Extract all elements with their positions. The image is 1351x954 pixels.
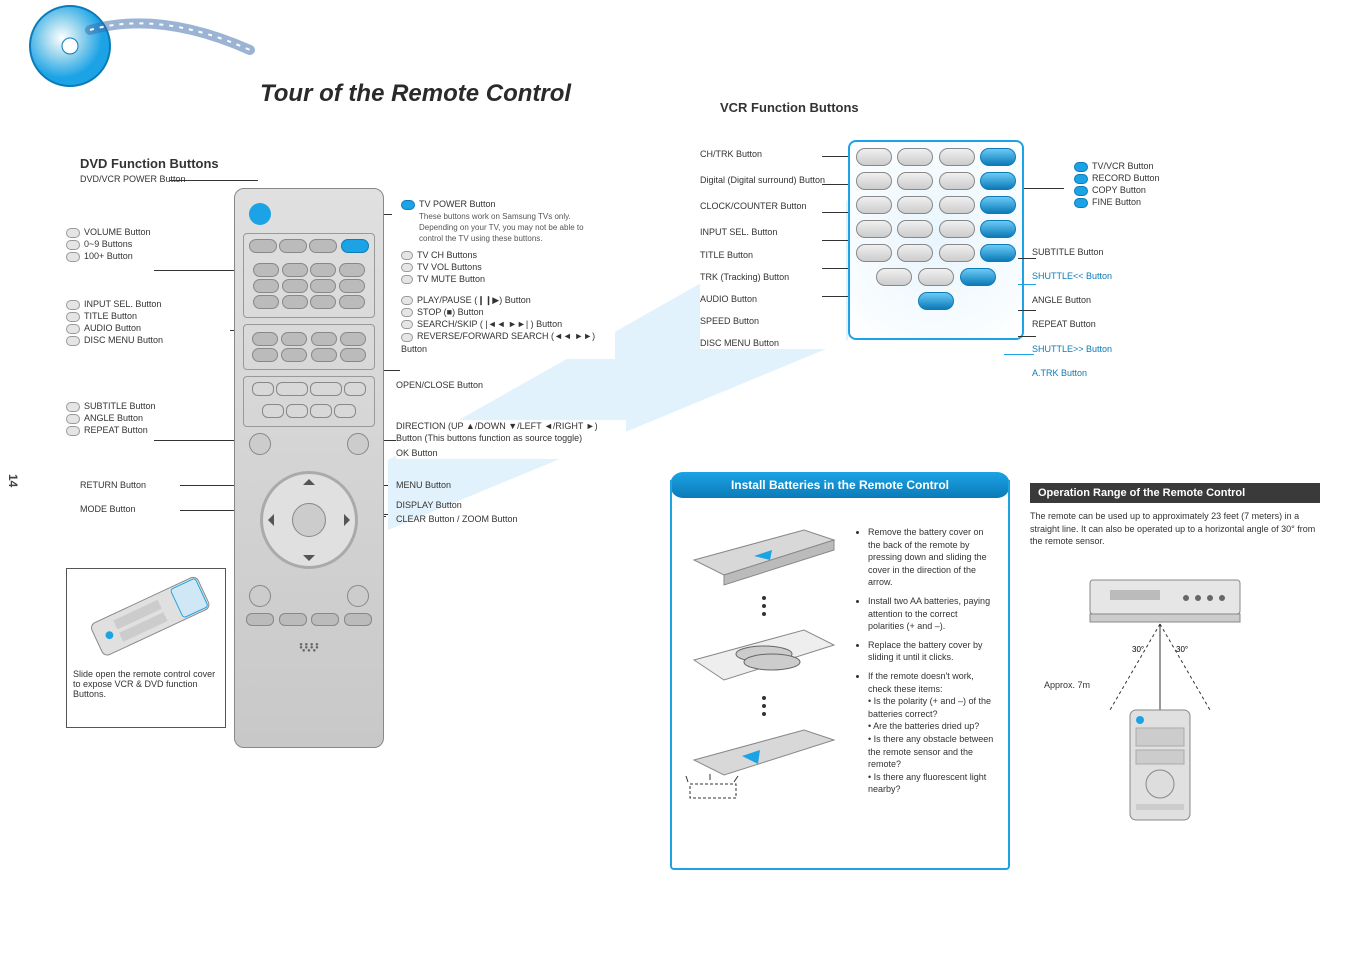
label-mode: MODE Button [80,504,136,514]
callout-box2: INPUT SEL. Button TITLE Button AUDIO But… [60,294,230,351]
section-dvd-func: DVD Function Buttons [80,156,219,171]
label-repeat: REPEAT Button [84,425,148,435]
svg-text:30°: 30° [1176,645,1188,654]
callout-box3: SUBTITLE Button ANGLE Button REPEAT Butt… [60,396,230,440]
label-inputsel: INPUT SEL. Button [84,299,161,309]
callout-dpad: DIRECTION (UP ▲/DOWN ▼/LEFT ◄/RIGHT ►) B… [396,420,626,459]
zrm4: SHUTTLE>> Button [1032,343,1252,355]
zl7: SPEED Button [700,315,846,327]
label-tvpower: TV POWER Button [419,199,496,209]
dpad-icon [254,465,364,575]
zrt0: TV/VCR Button [1092,161,1154,171]
zoom-right-mid: SUBTITLE Button SHUTTLE<< Button ANGLE B… [1032,246,1252,379]
zoom-panel [848,140,1024,340]
zl4: TITLE Button [700,249,846,261]
zl3: INPUT SEL. Button [700,226,846,238]
callout-box1: VOLUME Button 0~9 Buttons 100+ Button [60,222,230,266]
op-body: The remote can be used up to approximate… [1030,510,1320,548]
label-play: PLAY/PAUSE (❙❙▶) Button [417,295,531,305]
minibox: Slide open the remote control cover to e… [66,568,226,728]
svg-text:30°: 30° [1132,645,1144,654]
label-subtitle: SUBTITLE Button [84,401,156,411]
battery-illus [684,520,844,800]
zoom-right-top: TV/VCR Button RECORD Button COPY Button … [1068,156,1258,213]
bstep3: Replace the battery cover by sliding it … [868,639,996,664]
play-box [243,376,375,427]
bstep4: If the remote doesn't work, check these … [868,670,996,796]
zrm1: SHUTTLE<< Button [1032,270,1252,282]
zrm5: A.TRK Button [1032,367,1252,379]
zl2: CLOCK/COUNTER Button [700,200,846,212]
section-vcr-func: VCR Function Buttons [720,100,859,115]
label-tvch: TV CH Buttons [417,250,477,260]
page-number: 14 [6,474,20,487]
zl0: CH/TRK Button [700,148,846,160]
battery-box: Remove the battery cover on the back of … [670,480,1010,870]
disc-film-decor [0,0,260,100]
label-tvvol: TV VOL Buttons [417,262,482,272]
label-skip: SEARCH/SKIP ( |◄◄ ►►| ) Button [417,319,562,329]
remote-control: ● ● ● ●● ● ● ●● ● ● [234,188,384,748]
zl8: DISC MENU Button [700,337,846,349]
label-return: RETURN Button [80,480,146,490]
zrt2: COPY Button [1092,185,1146,195]
zrm0: SUBTITLE Button [1032,246,1252,258]
label-stop: STOP (■) Button [417,307,484,317]
op-illus: 30° 30° [1060,570,1260,830]
zrt1: RECORD Button [1092,173,1160,183]
label-discmenu: DISC MENU Button [84,335,163,345]
op-approx: Approx. 7m [1044,680,1090,690]
label-display: DISPLAY Button [396,500,462,510]
callout-tv: TV POWER Button These buttons work on Sa… [395,194,605,289]
tv-button-box [243,233,375,318]
label-openclose: OPEN/CLOSE Button [396,380,483,390]
label-ok: OK Button [396,447,626,459]
bstep1: Remove the battery cover on the back of … [868,526,996,589]
power-button-icon [249,203,271,225]
zrm3: REPEAT Button [1032,318,1252,330]
label-volume: VOLUME Button [84,227,151,237]
zrm2: ANGLE Button [1032,294,1252,306]
label-mini: Slide open the remote control cover to e… [73,669,219,699]
mini-remote-icon [73,575,213,663]
zrt3: FINE Button [1092,197,1141,207]
label-menu: MENU Button [396,480,451,490]
label-angle: ANGLE Button [84,413,143,423]
func-box-1 [243,324,375,370]
zl5: TRK (Tracking) Button [700,271,846,283]
label-dpad: DIRECTION (UP ▲/DOWN ▼/LEFT ◄/RIGHT ►) B… [396,420,626,444]
op-title: Operation Range of the Remote Control [1030,483,1320,503]
label-power: DVD/VCR POWER Button [80,174,186,184]
label-clearzoom: CLEAR Button / ZOOM Button [396,514,518,524]
label-100plus: 100+ Button [84,251,133,261]
callout-play: PLAY/PAUSE (❙❙▶) Button STOP (■) Button … [395,290,615,359]
bstep2: Install two AA batteries, paying attenti… [868,595,996,633]
label-search: REVERSE/FORWARD SEARCH (◄◄ ►►) Button [401,331,595,353]
label-title: TITLE Button [84,311,137,321]
page-title: Tour of the Remote Control [260,80,571,108]
zl6: AUDIO Button [700,293,846,305]
label-tvmute: TV MUTE Button [417,274,485,284]
zoom-left-labels: CH/TRK Button Digital (Digital surround)… [700,148,846,349]
label-09: 0~9 Buttons [84,239,132,249]
label-tvnote: These buttons work on Samsung TVs only. … [419,212,599,244]
label-audio: AUDIO Button [84,323,141,333]
